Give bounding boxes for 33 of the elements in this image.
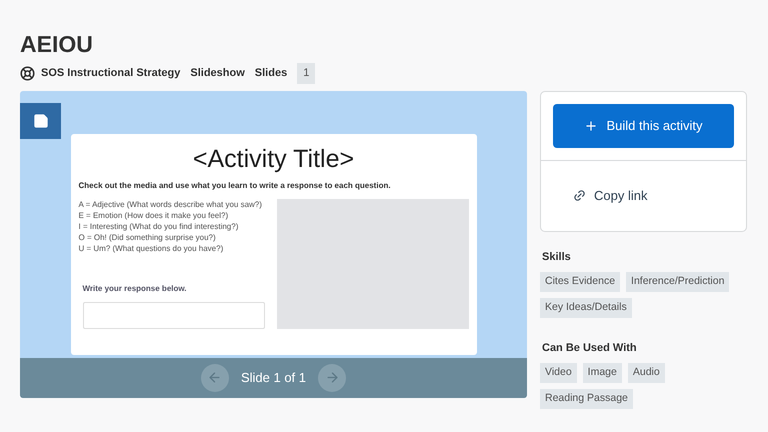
previous-button[interactable]: [200, 364, 229, 392]
copy-link[interactable]: Copy link: [573, 186, 648, 206]
question-line: A = Adjective (What words describe what you saw?): [78, 198, 263, 210]
question-line: E = Emotion (How does it make you feel?): [78, 210, 230, 220]
slides-label: Slides: [254, 66, 288, 81]
page-title: AEIOU: [20, 30, 94, 58]
pager-label: Slide 1 of 1: [240, 368, 306, 387]
tag: Video: [540, 363, 577, 383]
tag: Cites Evidence: [540, 272, 620, 292]
question-line: O = Oh! (Did something surprise you?): [78, 232, 217, 242]
slide-instructions: Check out the media and use what you learn to write a response to each question.: [78, 180, 392, 192]
plus-icon: [584, 118, 598, 132]
slides-count: 1: [297, 63, 316, 84]
section-heading: Skills: [542, 250, 572, 264]
build-button[interactable]: Build this activity: [553, 104, 734, 148]
tag: Audio: [628, 363, 665, 383]
arrow-right-icon: [324, 370, 340, 385]
question-line: U = Um? (What questions do you have?): [78, 242, 224, 254]
tag: Reading Passage: [540, 388, 633, 408]
tag: Key Ideas/Details: [540, 298, 632, 318]
tag: Image: [582, 363, 622, 383]
note-tab[interactable]: [20, 102, 61, 138]
lifebuoy-icon: [20, 66, 35, 81]
tag: Inference/Prediction: [626, 272, 730, 292]
response-field[interactable]: [82, 302, 264, 328]
slide-title: <Activity Title>: [192, 144, 356, 174]
question-line: I = Interesting (What do you find interesting?): [78, 220, 240, 232]
strategy-label: SOS Instructional Strategy: [41, 66, 180, 81]
next-button[interactable]: [318, 364, 346, 392]
note-icon: [32, 112, 48, 128]
response-label: Write your response below.: [82, 282, 188, 294]
type-label: Slideshow: [190, 66, 245, 81]
section-heading: Can Be Used With: [542, 340, 638, 356]
